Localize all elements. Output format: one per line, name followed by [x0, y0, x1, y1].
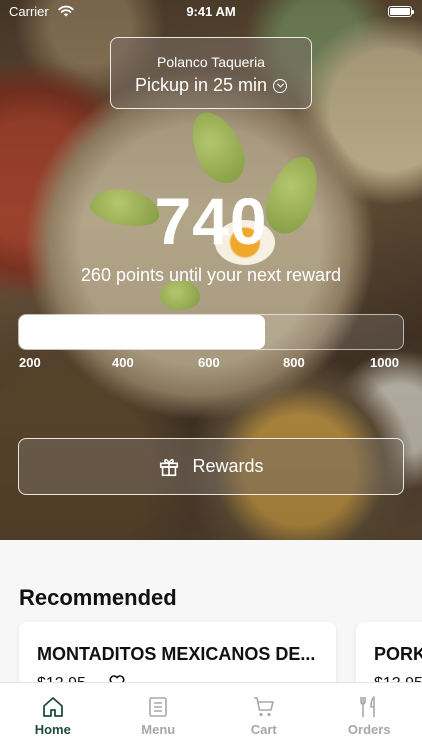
- tab-label: Orders: [347, 722, 391, 737]
- tick-label: 400: [112, 355, 134, 370]
- home-icon: [42, 697, 63, 717]
- points-balance: 740: [154, 184, 268, 258]
- tab-label: Cart: [250, 722, 277, 737]
- progress-scale: 200 400 600 800 1000: [0, 355, 422, 373]
- tick-label: 600: [198, 355, 220, 370]
- pickup-time: Pickup in 25 min: [111, 75, 311, 96]
- status-bar: Carrier 9:41 AM: [0, 0, 422, 24]
- restaurant-name: Polanco Taqueria: [157, 54, 265, 70]
- location-selector[interactable]: Polanco Taqueria Pickup in 25 min: [110, 37, 312, 109]
- pickup-label: Pickup in 25 min: [134, 75, 268, 95]
- tick-label: 200: [19, 355, 41, 370]
- item-title: MONTADITOS MEXICANOS DE...: [37, 644, 316, 664]
- orders-icon: [360, 696, 376, 717]
- tab-label: Menu: [141, 722, 176, 737]
- tick-label: 800: [283, 355, 305, 370]
- rewards-progress-bar: [18, 314, 404, 350]
- clock: 9:41 AM: [186, 4, 236, 19]
- points-caption: 260 points until your next reward: [80, 265, 342, 285]
- tab-cart[interactable]: Cart: [211, 683, 317, 750]
- menu-icon: [149, 697, 168, 717]
- avocado-slice: [181, 104, 254, 191]
- recommended-heading: Recommended: [19, 585, 177, 610]
- tab-home[interactable]: Home: [0, 683, 106, 750]
- progress-fill: [19, 315, 265, 349]
- tab-bar: Home Menu Cart Orders: [0, 682, 422, 750]
- tab-label: Home: [34, 722, 71, 737]
- tick-label: 1000: [370, 355, 399, 370]
- chevron-down-icon: [273, 78, 288, 93]
- rewards-button-label: Rewards: [192, 456, 264, 476]
- cart-icon: [253, 697, 274, 717]
- tab-menu[interactable]: Menu: [106, 683, 212, 750]
- gift-icon: [160, 458, 179, 476]
- rewards-button[interactable]: Rewards: [18, 438, 404, 495]
- battery-icon: [388, 6, 414, 17]
- item-title: PORK: [374, 644, 422, 664]
- tab-orders[interactable]: Orders: [317, 683, 422, 750]
